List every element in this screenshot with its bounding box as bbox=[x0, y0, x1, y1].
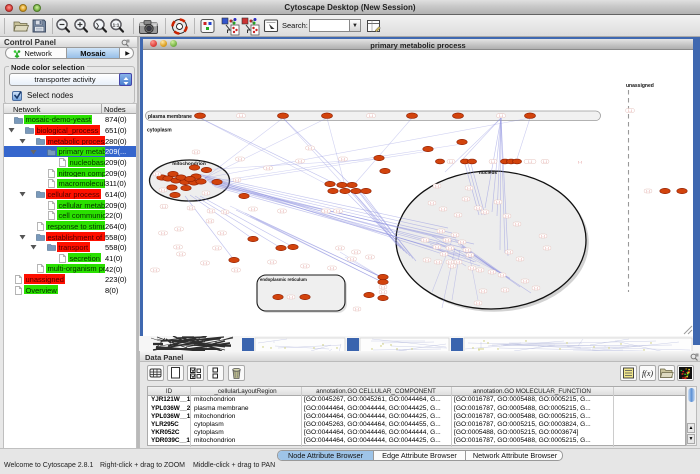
svg-text:[...]: [...] bbox=[481, 289, 485, 293]
svg-text:[...]: [...] bbox=[338, 246, 342, 250]
svg-text:[...]: [...] bbox=[460, 240, 464, 244]
svg-text:[...]: [...] bbox=[628, 109, 632, 113]
svg-text:[...]: [...] bbox=[161, 188, 165, 192]
svg-text:[...]: [...] bbox=[490, 270, 494, 274]
svg-text:[...]: [...] bbox=[491, 160, 495, 164]
svg-text:cytoplasm: cytoplasm bbox=[147, 128, 172, 134]
svg-text:[...]: [...] bbox=[442, 252, 446, 256]
svg-text:[...]: [...] bbox=[176, 245, 180, 249]
svg-text:[...]: [...] bbox=[381, 290, 385, 294]
svg-text:[...]: [...] bbox=[153, 268, 157, 272]
svg-text:[...]: [...] bbox=[507, 250, 511, 254]
svg-text:[...]: [...] bbox=[441, 207, 445, 211]
svg-text:[...]: [...] bbox=[476, 206, 480, 210]
svg-text:[...]: [...] bbox=[223, 210, 227, 214]
svg-text:[...]: [...] bbox=[234, 268, 238, 272]
svg-text:[...]: [...] bbox=[578, 160, 582, 164]
svg-text:[...]: [...] bbox=[203, 261, 207, 265]
svg-text:[...]: [...] bbox=[194, 150, 198, 154]
svg-text:[...]: [...] bbox=[646, 189, 650, 193]
svg-text:[...]: [...] bbox=[468, 253, 472, 257]
svg-text:[...]: [...] bbox=[235, 178, 239, 182]
svg-text:1:1: 1:1 bbox=[113, 22, 120, 27]
svg-text:[...]: [...] bbox=[298, 159, 302, 163]
svg-text:[...]: [...] bbox=[465, 248, 469, 252]
svg-text:[...]: [...] bbox=[425, 258, 429, 262]
svg-text:nucleus: nucleus bbox=[479, 170, 497, 176]
svg-text:[...]: [...] bbox=[467, 186, 471, 190]
svg-text:[...]: [...] bbox=[369, 114, 373, 118]
svg-text:[...]: [...] bbox=[523, 279, 527, 283]
svg-text:[...]: [...] bbox=[435, 245, 439, 249]
svg-text:[...]: [...] bbox=[534, 286, 538, 290]
svg-text:[...]: [...] bbox=[350, 257, 354, 261]
svg-text:[...]: [...] bbox=[209, 209, 213, 213]
svg-text:mitochondrion: mitochondrion bbox=[172, 161, 206, 167]
svg-text:[...]: [...] bbox=[456, 260, 460, 264]
svg-text:unassigned: unassigned bbox=[626, 83, 654, 89]
svg-text:[...]: [...] bbox=[220, 231, 224, 235]
svg-text:[...]: [...] bbox=[162, 205, 166, 209]
svg-text:[...]: [...] bbox=[336, 209, 340, 213]
svg-text:[...]: [...] bbox=[289, 295, 293, 299]
svg-text:[...]: [...] bbox=[476, 301, 480, 305]
svg-text:[...]: [...] bbox=[500, 273, 504, 277]
svg-text:[...]: [...] bbox=[324, 209, 328, 213]
svg-text:[...]: [...] bbox=[208, 219, 212, 223]
svg-text:[...]: [...] bbox=[251, 207, 255, 211]
svg-text:[...]: [...] bbox=[177, 227, 181, 231]
svg-text:plasma membrane: plasma membrane bbox=[148, 114, 192, 120]
svg-text:[...]: [...] bbox=[439, 229, 443, 233]
svg-text:[...]: [...] bbox=[189, 206, 193, 210]
svg-text:[...]: [...] bbox=[545, 246, 549, 250]
svg-text:[...]: [...] bbox=[448, 246, 452, 250]
svg-text:[...]: [...] bbox=[368, 255, 372, 259]
svg-text:[...]: [...] bbox=[179, 252, 183, 256]
svg-text:[...]: [...] bbox=[239, 114, 243, 118]
svg-text:[...]: [...] bbox=[204, 191, 208, 195]
svg-text:[...]: [...] bbox=[518, 257, 522, 261]
svg-text:[...]: [...] bbox=[449, 160, 453, 164]
svg-text:[...]: [...] bbox=[435, 184, 439, 188]
svg-text:[...]: [...] bbox=[541, 234, 545, 238]
svg-text:[...]: [...] bbox=[448, 260, 452, 264]
svg-text:[...]: [...] bbox=[450, 264, 454, 268]
svg-text:[...]: [...] bbox=[505, 214, 509, 218]
svg-text:[...]: [...] bbox=[430, 201, 434, 205]
svg-text:[...]: [...] bbox=[528, 160, 532, 164]
svg-text:[...]: [...] bbox=[280, 209, 284, 213]
svg-text:endoplasmic reticulum: endoplasmic reticulum bbox=[260, 277, 307, 282]
svg-text:[...]: [...] bbox=[381, 285, 385, 289]
svg-text:[...]: [...] bbox=[423, 238, 427, 242]
svg-text:[...]: [...] bbox=[308, 146, 312, 150]
svg-text:[...]: [...] bbox=[456, 213, 460, 217]
svg-text:[...]: [...] bbox=[470, 266, 474, 270]
svg-text:[...]: [...] bbox=[161, 231, 165, 235]
svg-text:[...]: [...] bbox=[266, 166, 270, 170]
svg-text:[...]: [...] bbox=[270, 260, 274, 264]
svg-text:[...]: [...] bbox=[496, 200, 500, 204]
svg-text:[...]: [...] bbox=[483, 210, 487, 214]
svg-text:[...]: [...] bbox=[155, 172, 159, 176]
svg-text:[...]: [...] bbox=[354, 250, 358, 254]
svg-text:[...]: [...] bbox=[503, 288, 507, 292]
svg-text:f(x): f(x) bbox=[642, 369, 653, 378]
svg-text:[...]: [...] bbox=[478, 268, 482, 272]
svg-text:[...]: [...] bbox=[341, 157, 345, 161]
svg-text:[...]: [...] bbox=[436, 260, 440, 264]
svg-text:[...]: [...] bbox=[215, 246, 219, 250]
svg-text:[...]: [...] bbox=[238, 157, 242, 161]
svg-text:[...]: [...] bbox=[453, 233, 457, 237]
svg-text:[...]: [...] bbox=[515, 222, 519, 226]
svg-text:[...]: [...] bbox=[303, 264, 307, 268]
svg-text:[...]: [...] bbox=[330, 266, 334, 270]
svg-text:[...]: [...] bbox=[355, 307, 359, 311]
svg-text:[...]: [...] bbox=[464, 197, 468, 201]
svg-text:[...]: [...] bbox=[445, 238, 449, 242]
svg-text:[...]: [...] bbox=[543, 160, 547, 164]
svg-text:[...]: [...] bbox=[499, 114, 503, 118]
